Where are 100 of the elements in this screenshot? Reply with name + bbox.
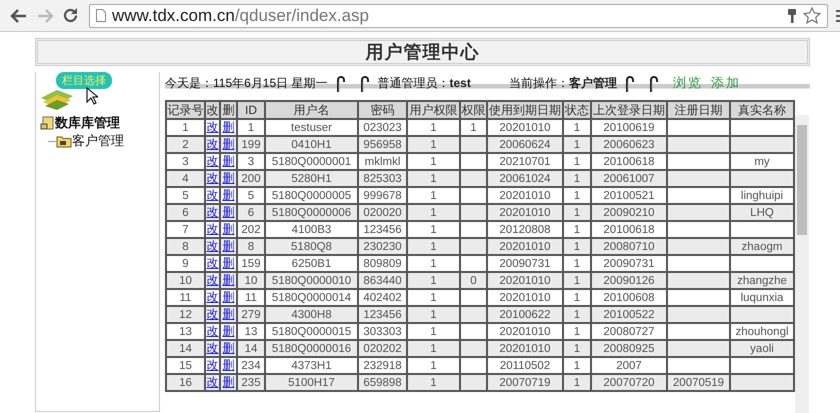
table-link[interactable]: 改 — [206, 120, 218, 134]
database-icon — [40, 116, 54, 130]
table-cell: 14 — [244, 342, 258, 354]
table-cell: 11 — [180, 292, 192, 304]
table-cell: 1 — [182, 122, 189, 134]
table-cell: 1 — [574, 138, 580, 150]
table-cell: 20080710 — [603, 240, 655, 252]
table-cell: 9 — [182, 258, 189, 270]
table-cell: 20201010 — [499, 292, 551, 304]
table-cell: 5180Q0000005 — [272, 190, 352, 202]
table-link[interactable]: 改 — [206, 137, 218, 151]
table-cell: 20090126 — [603, 274, 655, 286]
table-cell: 2007 — [616, 360, 642, 372]
cursor-icon — [86, 87, 98, 105]
table-cell: 20100521 — [603, 190, 655, 202]
table-cell: 234 — [241, 360, 261, 372]
table-cell: 1 — [430, 376, 437, 388]
column-header: 真实名称 — [730, 101, 794, 119]
nav-link[interactable]: 添加 — [710, 74, 741, 92]
table-cell: 4100B3 — [292, 224, 332, 236]
table-link[interactable]: 改 — [206, 222, 218, 236]
table-cell: 279 — [241, 308, 261, 320]
table-cell: 1 — [574, 292, 580, 304]
table-link[interactable]: 改 — [206, 188, 218, 202]
table-cell: 232918 — [363, 360, 402, 372]
table-link[interactable]: 改 — [206, 290, 218, 304]
table-link[interactable]: 改 — [206, 341, 218, 355]
table-cell: 6250B1 — [292, 258, 332, 270]
table-cell: 1 — [430, 292, 437, 304]
menu-icon[interactable] — [836, 8, 840, 22]
table-cell: 20201010 — [499, 190, 551, 202]
table-link[interactable]: 改 — [206, 171, 218, 185]
table-cell: 1 — [574, 206, 580, 218]
table-cell: 1 — [430, 138, 437, 150]
table-cell: 20060623 — [603, 138, 655, 150]
table-cell: 20201010 — [499, 326, 551, 338]
table-cell: 5180Q0000006 — [272, 206, 352, 218]
column-header: 上次登录日期 — [591, 101, 667, 119]
table-cell: 5180Q0000015 — [272, 326, 352, 338]
table-cell: 20210701 — [499, 156, 551, 168]
table-cell: luqunxia — [740, 292, 784, 304]
table-cell: 1 — [430, 258, 437, 270]
table-cell: 14 — [179, 342, 192, 354]
table-cell: linghuipi — [740, 190, 784, 202]
table-cell: 1 — [574, 172, 580, 184]
tree-item[interactable]: 客户管理 — [72, 132, 124, 150]
table-cell: 863440 — [363, 274, 402, 286]
table-cell: 1 — [430, 206, 437, 218]
table-cell: 1 — [430, 308, 437, 320]
page-title: 用户管理中心 — [366, 41, 480, 64]
address-bar[interactable]: www.tdx.com.cn/qduser/index.asp — [89, 4, 828, 28]
table-cell: 20100619 — [603, 122, 655, 134]
table-cell: 3 — [182, 156, 189, 168]
back-icon[interactable] — [10, 8, 28, 24]
table-cell: 5 — [182, 190, 189, 202]
table-cell: 1 — [248, 122, 254, 134]
table-cell: 123456 — [363, 224, 402, 236]
table-cell: LHQ — [750, 206, 774, 218]
table-link[interactable]: 改 — [206, 358, 218, 372]
table-cell: 1 — [470, 122, 477, 134]
table-cell: 20080727 — [603, 326, 655, 338]
scrollbar[interactable] — [795, 115, 809, 413]
nav-link[interactable]: 浏览 — [672, 74, 703, 92]
table-link[interactable]: 改 — [206, 154, 218, 168]
table-cell: 020202 — [363, 342, 402, 354]
table-cell: 1 — [430, 122, 437, 134]
table-cell: zhouhongl — [735, 326, 789, 338]
column-header: 用户权限 — [407, 101, 460, 119]
table-cell: 20070720 — [603, 376, 655, 388]
table-cell: 1 — [574, 326, 580, 338]
table-cell: 3 — [248, 156, 254, 168]
table-cell: 1 — [430, 342, 437, 354]
table-link[interactable]: 改 — [206, 324, 218, 338]
table-cell: 999678 — [363, 190, 402, 202]
column-header: ID — [237, 101, 265, 119]
table-cell: 402402 — [363, 292, 402, 304]
table-cell: 825303 — [363, 172, 402, 184]
tree-item[interactable]: 数库库管理 — [55, 114, 120, 132]
table-link[interactable]: 改 — [206, 239, 218, 253]
table-cell: 20080925 — [603, 342, 655, 354]
table-cell: zhangzhe — [737, 274, 787, 286]
table-cell: 200 — [241, 172, 261, 184]
table-cell: 16 — [179, 376, 192, 388]
table-cell: 5280H1 — [291, 172, 332, 184]
table-cell: 159 — [241, 258, 261, 270]
table-cell: 8 — [248, 240, 254, 252]
table-cell: 4300H8 — [291, 308, 332, 320]
table-link[interactable]: 改 — [206, 256, 218, 270]
table-cell: 1 — [574, 360, 580, 372]
table-link[interactable]: 改 — [206, 273, 218, 287]
table-cell: 6 — [248, 206, 254, 218]
table-cell: 20090731 — [499, 258, 551, 270]
table-cell: 20100608 — [603, 292, 655, 304]
table-cell: 1 — [574, 376, 580, 388]
reload-icon[interactable] — [62, 7, 79, 24]
table-link[interactable]: 改 — [206, 307, 218, 321]
table-link[interactable]: 改 — [206, 375, 218, 389]
table-link[interactable]: 改 — [206, 205, 218, 219]
table-cell: 20120808 — [499, 224, 551, 236]
star-icon[interactable] — [803, 7, 821, 24]
